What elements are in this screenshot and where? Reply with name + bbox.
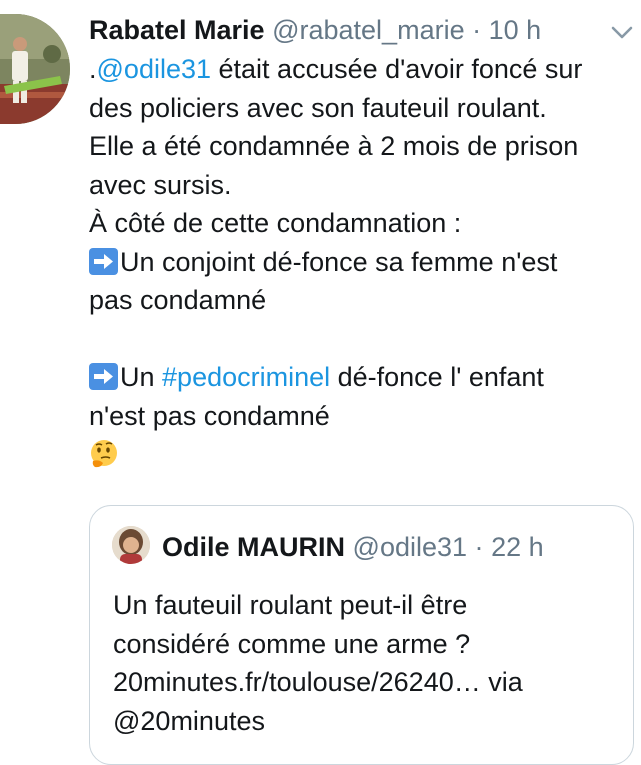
right-arrow-emoji-icon [89,247,118,275]
author-handle[interactable]: @rabatel_marie [272,15,465,45]
tweet-card[interactable]: Rabatel Marie @rabatel_marie · 10 h .@od… [0,0,641,765]
quoted-tweet-line: considéré comme une arme ? [113,628,471,659]
header-separator: · [472,15,482,45]
quoted-tweet-line: @20minutes [113,705,265,736]
tweet-line: .@odile31 était accusée d'avoir foncé su… [89,50,634,89]
text-fragment: Un [120,362,163,392]
quoted-tweet-line: Un fauteuil roulant peut-il être [113,590,468,620]
tweet-timestamp[interactable]: 10 h [489,15,542,45]
right-arrow-emoji-icon [89,363,118,390]
author-avatar[interactable] [0,14,70,124]
thinking-face-emoji-icon [91,440,117,468]
tweet-line: pas condamné [89,285,267,315]
mention-link[interactable]: @odile31 [97,54,212,84]
tweet-line: À côté de cette condamnation : [89,208,462,238]
text-fragment: Un conjoint dé-fonce sa femme n'est [120,246,558,277]
tweet-line: Un conjoint dé-fonce sa femme n'est [89,243,634,282]
tweet-header: Rabatel Marie @rabatel_marie · 10 h [89,11,541,49]
tweet-line: Elle a été condamnée à 2 mois de prison [89,131,579,161]
quoted-author-name[interactable]: Odile MAURIN [162,532,345,562]
quoted-tweet-header: Odile MAURIN @odile31 · 22 h [162,528,544,566]
quoted-author-avatar[interactable] [112,526,150,564]
tweet-body: .@odile31 était accusée d'avoir foncé su… [89,50,634,474]
quoted-tweet-timestamp[interactable]: 22 h [491,532,544,562]
header-separator: · [474,532,484,562]
tweet-line: n'est pas condamné [89,400,330,431]
quoted-tweet-line: 20minutes.fr/toulouse/26240… via [113,667,523,697]
tweet-line: avec sursis. [89,169,232,200]
tweet-line [89,435,634,474]
text-fragment: dé-fonce l' enfant [330,362,544,392]
author-name[interactable]: Rabatel Marie [89,15,265,45]
quoted-tweet-card[interactable]: Odile MAURIN @odile31 · 22 h Un fauteuil… [89,505,634,765]
tweet-line: Un #pedocriminel dé-fonce l' enfant [89,358,634,397]
quoted-author-handle[interactable]: @odile31 [353,532,468,562]
hashtag-link[interactable]: #pedocriminel [162,362,330,392]
text-fragment: . [89,54,97,84]
tweet-line: des policiers avec son fauteuil roulant. [89,92,547,123]
chevron-down-icon[interactable] [611,26,633,40]
text-fragment: était accusée d'avoir foncé sur [211,54,583,84]
quoted-tweet-body: Un fauteuil roulant peut-il être considé… [113,586,623,740]
